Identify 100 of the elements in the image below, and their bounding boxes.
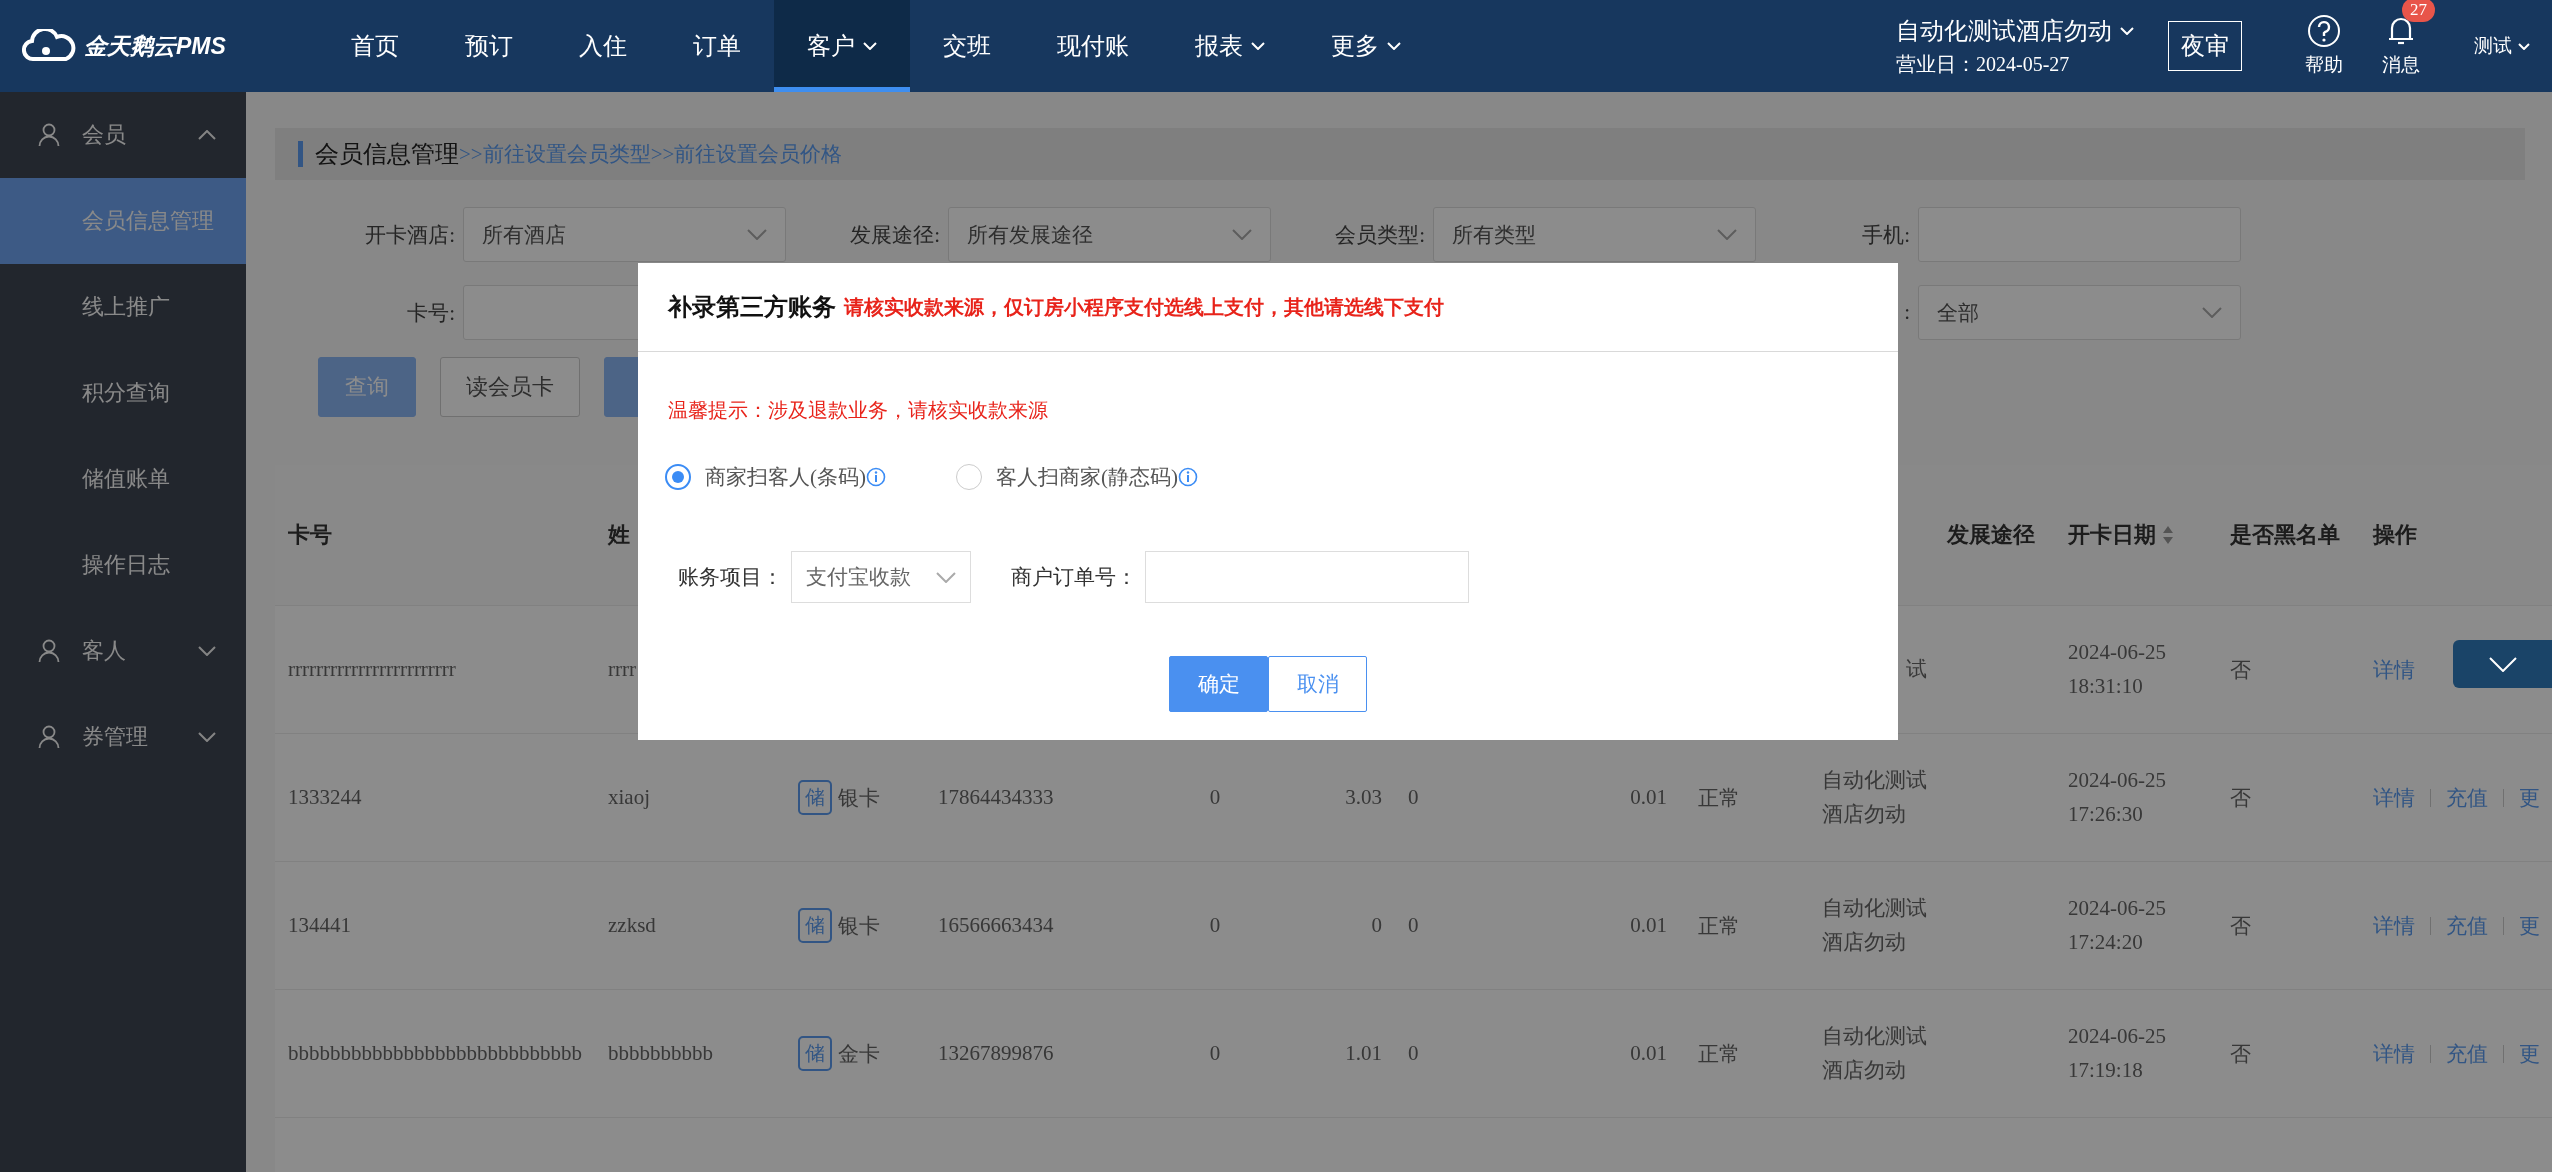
table-cell: rrrr — [608, 657, 636, 682]
table-cell: 0 — [1408, 913, 1419, 938]
nav-tab[interactable]: 订单 — [660, 0, 774, 92]
field-label: 账务项目： — [678, 564, 783, 591]
info-icon — [1178, 467, 1198, 487]
action-link[interactable]: 详情 — [2373, 911, 2415, 940]
table-cell: 1.01 — [1345, 1041, 1382, 1066]
sort-icon — [2162, 525, 2174, 545]
table-cell-text: 2024-06-25 17:19:18 — [2068, 1022, 2166, 1084]
night-audit-button[interactable]: 夜审 — [2168, 21, 2242, 71]
person-icon — [38, 639, 60, 663]
input-field[interactable] — [1145, 551, 1469, 603]
dialog-title: 补录第三方账务 — [668, 293, 836, 322]
action-link[interactable]: 详情 — [2373, 783, 2415, 812]
table-cell: 0 — [1408, 785, 1419, 810]
table-cell-text: 银卡 — [838, 912, 880, 940]
table-cell-text: 2024-06-25 17:24:20 — [2068, 894, 2166, 956]
column-header: 是否黑名单 — [2230, 521, 2340, 549]
column-header: 操作 — [2373, 521, 2417, 549]
radio-option[interactable]: 客人扫商家(静态码) — [956, 463, 1198, 491]
action-link[interactable]: 详情 — [2373, 1039, 2415, 1068]
action-link[interactable]: 充值 — [2446, 911, 2488, 940]
table-cell-text: 试 — [1906, 655, 1927, 683]
table-cell-text: 否 — [2230, 912, 2251, 940]
field-label: 卡号: — [406, 299, 455, 327]
table-cell: 0 — [1209, 1041, 1221, 1066]
field-label: 开卡酒店: — [364, 221, 455, 249]
stored-value-badge: 储 — [798, 1036, 832, 1071]
column-header: 发展途径 — [1947, 521, 2035, 549]
action-button[interactable]: 读会员卡 — [440, 357, 580, 417]
stored-value-badge: 储 — [798, 780, 832, 815]
action-link[interactable]: 充值 — [2446, 1039, 2488, 1068]
business-day: 营业日：2024-05-27 — [1896, 50, 2134, 78]
table-cell: 0.01 — [1630, 1041, 1667, 1066]
action-link[interactable]: 更 — [2519, 911, 2540, 940]
count-badge: 27 — [2402, 0, 2435, 22]
table-cell: 0 — [1209, 913, 1221, 938]
table-cell: 3.03 — [1345, 785, 1382, 810]
nav-tab[interactable]: 预订 — [432, 0, 546, 92]
info-icon — [866, 467, 886, 487]
sidebar-group[interactable]: 券管理 — [0, 694, 246, 780]
confirm-button[interactable]: 确定 — [1169, 656, 1268, 712]
sidebar-item[interactable]: 操作日志 — [0, 522, 246, 608]
action-link[interactable]: 详情 — [2373, 655, 2415, 684]
radio-button[interactable] — [956, 464, 982, 490]
action-link[interactable]: 更 — [2519, 783, 2540, 812]
column-header: 卡号 — [288, 521, 332, 549]
radio-button[interactable] — [665, 464, 691, 490]
expand-icon — [198, 646, 216, 656]
sidebar-group[interactable]: 客人 — [0, 608, 246, 694]
table-cell: 0.01 — [1630, 913, 1667, 938]
table-cell: 0 — [1408, 1041, 1419, 1066]
select-field[interactable]: 支付宝收款 — [791, 551, 971, 603]
field-label: 商户订单号： — [1011, 564, 1137, 591]
table-cell-text: 正常 — [1698, 784, 1740, 812]
chevron-icon — [1717, 229, 1737, 240]
select-field[interactable]: 所有类型 — [1433, 207, 1756, 262]
warning-text: 温馨提示：涉及退款业务，请核实收款来源 — [668, 398, 1049, 423]
nav-tab[interactable]: 交班 — [910, 0, 1024, 92]
cloud-logo-icon — [22, 29, 76, 63]
action-link[interactable]: 充值 — [2446, 783, 2488, 812]
action-link[interactable]: 更 — [2519, 1039, 2540, 1068]
sidebar-group[interactable]: 会员 — [0, 92, 246, 178]
nav-tab[interactable]: 客户 — [774, 0, 910, 92]
user-menu[interactable]: 测试 — [2474, 33, 2530, 59]
table-cell: xiaoj — [608, 785, 650, 810]
table-cell-text: 银卡 — [838, 784, 880, 812]
caret-icon — [2120, 26, 2134, 35]
sidebar-item[interactable]: 储值账单 — [0, 436, 246, 522]
nav-tab[interactable]: 更多 — [1298, 0, 1434, 92]
chevron-icon — [747, 229, 767, 240]
chevron-icon — [936, 571, 956, 583]
title-marker — [298, 141, 303, 167]
field-label: : — [1903, 300, 1910, 325]
nav-tab[interactable]: 现付账 — [1024, 0, 1162, 92]
collapse-button[interactable] — [2453, 640, 2552, 688]
column-header: 开卡日期 — [2068, 521, 2156, 549]
cancel-button[interactable]: 取消 — [1268, 656, 1367, 712]
field-label: 发展途径: — [849, 221, 940, 249]
field-label: 会员类型: — [1334, 221, 1425, 249]
sidebar-item[interactable]: 积分查询 — [0, 350, 246, 436]
select-field[interactable]: 所有酒店 — [463, 207, 786, 262]
select-field[interactable]: 所有发展途径 — [948, 207, 1271, 262]
nav-tab[interactable]: 首页 — [318, 0, 432, 92]
table-cell: bbbbbbbbbbbbbbbbbbbbbbbbbbbb — [288, 1041, 582, 1066]
table-cell-text: 自动化测试 酒店勿动 — [1822, 766, 1927, 828]
nav-tab[interactable]: 报表 — [1162, 0, 1298, 92]
caret-icon — [2518, 42, 2530, 50]
hotel-selector[interactable]: 自动化测试酒店勿动 — [1896, 14, 2134, 47]
select-field[interactable]: 全部 — [1918, 285, 2241, 340]
help-button[interactable]: 帮助 — [2305, 14, 2343, 78]
table-cell-text: 2024-06-25 17:26:30 — [2068, 766, 2166, 828]
chevron-icon — [1232, 229, 1252, 240]
nav-tab[interactable]: 入住 — [546, 0, 660, 92]
table-cell: 0.01 — [1630, 785, 1667, 810]
sidebar-item[interactable]: 线上推广 — [0, 264, 246, 350]
table-cell-text: 否 — [2230, 1040, 2251, 1068]
radio-option[interactable]: 商家扫客人(条码) — [665, 463, 886, 491]
person-icon — [38, 725, 60, 749]
table-cell-text: 否 — [2230, 656, 2251, 684]
